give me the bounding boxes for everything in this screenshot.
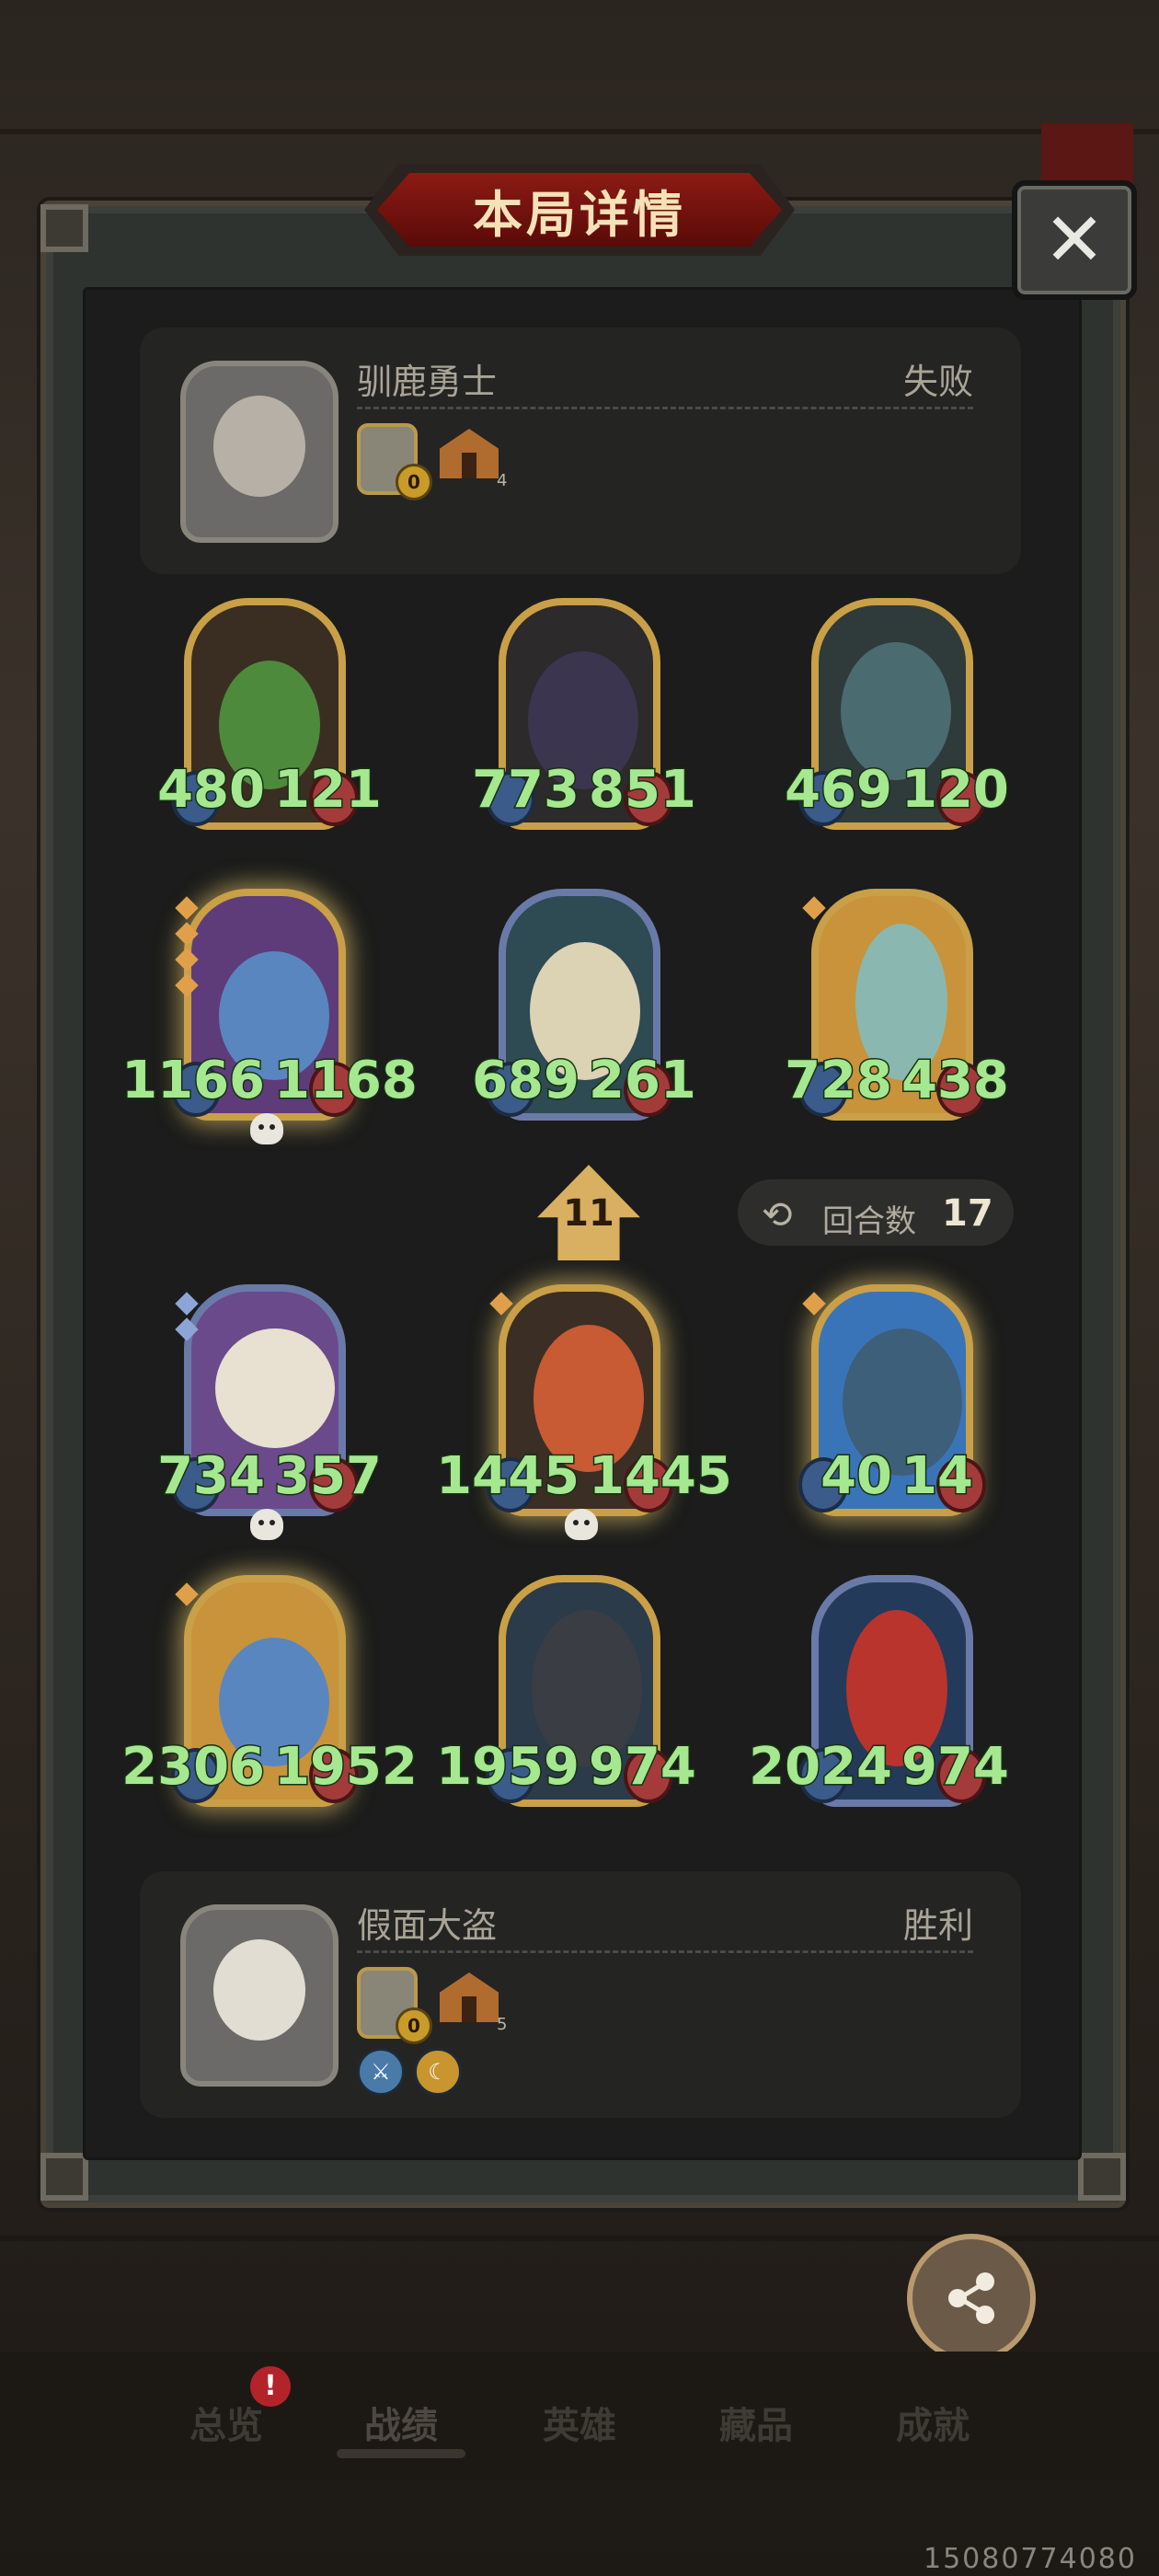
corner-decoration [40, 2153, 88, 2201]
watermark: 15080774080 [924, 2543, 1137, 2575]
opponent-minion[interactable]: 689 261 [471, 889, 697, 1137]
tavern-level: 5 [497, 2015, 508, 2034]
player-minion[interactable]: 1959 974 [435, 1575, 697, 1823]
page-title: 本局详情 [473, 185, 686, 244]
minion-attack: 689 [471, 1050, 581, 1112]
minion-attack: 480 [156, 759, 267, 822]
minion-attack: 734 [156, 1445, 267, 1508]
minion-health: 1952 [273, 1736, 419, 1799]
turns-counter: ⟲ 回合数 17 [738, 1179, 1014, 1246]
divider [357, 1950, 973, 1953]
opponent-avatar[interactable] [180, 361, 339, 543]
tab-achievements[interactable]: 成就 [896, 2396, 970, 2449]
player-minion[interactable]: 1445 1445 [435, 1284, 733, 1540]
coin-resource: 0 [357, 1967, 432, 2044]
player-minion[interactable]: 2306 1952 [120, 1575, 419, 1823]
turns-label: 回合数 [822, 1203, 916, 1240]
opponent-card: 驯鹿勇士 失败 0 4 [140, 328, 1021, 574]
opponent-minion[interactable]: 728 438 [784, 889, 1010, 1137]
minion-attack: 1959 [435, 1736, 581, 1799]
minion-health: 974 [901, 1736, 1011, 1799]
minion-health: 438 [901, 1050, 1011, 1112]
minion-health: 121 [273, 759, 384, 822]
coin-icon: 0 [396, 464, 432, 500]
opponent-minion[interactable]: 773 851 [471, 598, 697, 846]
player-minion[interactable]: 734 357 [156, 1284, 383, 1540]
minion-health: 1445 [588, 1445, 734, 1508]
tavern-door [462, 453, 476, 478]
skull-icon [250, 1509, 283, 1540]
minion-health: 357 [273, 1445, 384, 1508]
pelican-icon [215, 1328, 335, 1448]
reindeer-portrait-icon [213, 396, 305, 497]
player-name: 假面大盗 [357, 1905, 498, 1946]
player-minion[interactable]: 40 14 [798, 1284, 986, 1533]
divider [0, 129, 1159, 134]
tavern-resource: 4 [440, 423, 507, 491]
player-resources: 0 5 [357, 1967, 507, 2050]
skull-icon [565, 1509, 598, 1540]
minion-health: 1168 [273, 1050, 419, 1112]
share-button[interactable] [907, 2234, 1036, 2363]
minion-attack: 2306 [120, 1736, 267, 1799]
minion-health: 851 [588, 759, 698, 822]
minion-attack: 40 [820, 1445, 894, 1508]
player-card: 假面大盗 胜利 0 5 ⚔ ☾ [140, 1871, 1021, 2118]
opponent-name: 驯鹿勇士 [357, 362, 498, 402]
tavern-resource: 5 [440, 1967, 507, 2035]
tab-heroes[interactable]: 英雄 [543, 2396, 616, 2449]
opponent-minion[interactable]: 469 120 [784, 598, 1010, 846]
minion-health: 261 [588, 1050, 698, 1112]
tab-collection[interactable]: 藏品 [719, 2396, 793, 2449]
player-result: 胜利 [902, 1905, 973, 1946]
tab-overview[interactable]: 总览 [189, 2396, 263, 2449]
tavern-door [462, 1996, 476, 2022]
divider [357, 407, 973, 409]
minion-health: 14 [901, 1445, 975, 1508]
minion-attack: 728 [784, 1050, 894, 1112]
turns-value: 17 [942, 1192, 993, 1235]
coin-resource: 0 [357, 423, 432, 500]
sword-perk-icon[interactable]: ⚔ [357, 2048, 405, 2096]
opponent-resources: 0 4 [357, 423, 507, 506]
player-minion[interactable]: 2024 974 [748, 1575, 1010, 1823]
minion-attack: 469 [784, 759, 894, 822]
opponent-result: 失败 [902, 362, 973, 402]
tavern-level: 4 [497, 471, 508, 490]
minion-attack: 1445 [435, 1445, 581, 1508]
player-perks: ⚔ ☾ [357, 2048, 462, 2096]
minion-health: 974 [588, 1736, 698, 1799]
minion-attack: 2024 [748, 1736, 894, 1799]
opponent-minion[interactable]: 1166 1168 [120, 889, 419, 1144]
share-icon [948, 2272, 994, 2324]
masked-thief-portrait-icon [213, 1939, 305, 2041]
turns-icon: ⟲ [762, 1194, 793, 1236]
coin-icon: 0 [396, 2007, 432, 2044]
title-banner: 本局详情 [377, 173, 782, 247]
corner-decoration [40, 204, 88, 252]
skull-icon [250, 1113, 283, 1144]
close-button[interactable]: ✕ [1012, 180, 1137, 300]
corner-decoration [1078, 2153, 1126, 2201]
opponent-minion[interactable]: 480 121 [156, 598, 383, 846]
round-number: 11 [563, 1192, 614, 1235]
player-avatar[interactable] [180, 1904, 339, 2087]
minion-attack: 773 [471, 759, 581, 822]
tab-records[interactable]: 战绩 [337, 2396, 465, 2458]
claw-perk-icon[interactable]: ☾ [414, 2048, 462, 2096]
close-icon: ✕ [1043, 197, 1106, 282]
minion-health: 120 [901, 759, 1011, 822]
minion-attack: 1166 [120, 1050, 267, 1112]
notification-badge: ! [250, 2366, 291, 2407]
